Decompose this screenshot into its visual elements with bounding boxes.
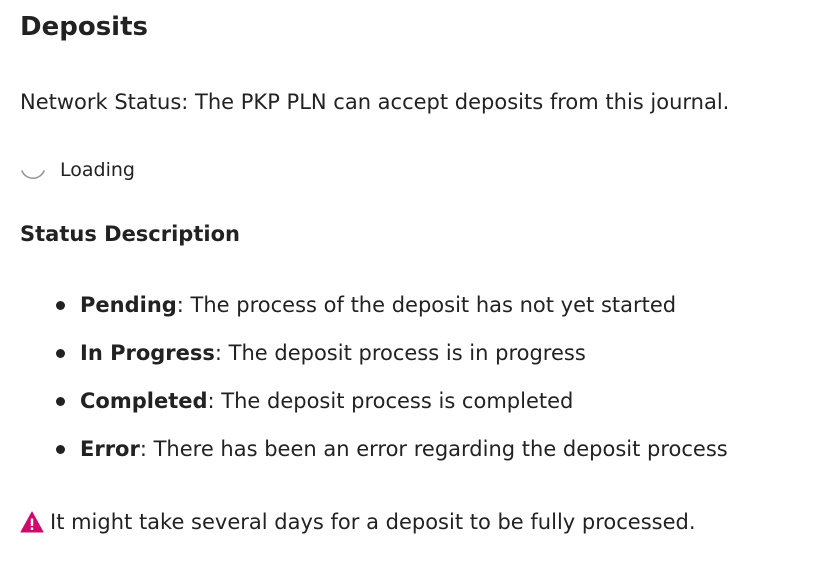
loading-indicator: Loading — [20, 155, 135, 185]
status-term: Pending — [80, 293, 177, 317]
status-term: In Progress — [80, 341, 215, 365]
status-description-list: Pending: The process of the deposit has … — [20, 290, 728, 482]
network-status-text: Network Status: The PKP PLN can accept d… — [20, 90, 730, 114]
status-description-heading: Status Description — [20, 222, 240, 246]
list-item-error: Error: There has been an error regarding… — [20, 434, 728, 482]
status-description: : The deposit process is completed — [207, 389, 574, 413]
list-item-in-progress: In Progress: The deposit process is in p… — [20, 338, 728, 386]
status-description: : The process of the deposit has not yet… — [176, 293, 677, 317]
loading-spinner-icon — [20, 162, 46, 188]
status-term: Error — [80, 437, 140, 461]
status-term: Completed — [80, 389, 208, 413]
notice-text: It might take several days for a deposit… — [50, 510, 696, 534]
bullet-icon — [56, 301, 65, 310]
page-title: Deposits — [20, 12, 148, 42]
bullet-icon — [56, 349, 65, 358]
status-description: : The deposit process is in progress — [214, 341, 586, 365]
warning-triangle-icon — [20, 510, 44, 534]
bullet-icon — [56, 445, 65, 454]
list-item-pending: Pending: The process of the deposit has … — [20, 290, 728, 338]
status-description: : There has been an error regarding the … — [139, 437, 728, 461]
list-item-completed: Completed: The deposit process is comple… — [20, 386, 728, 434]
loading-label: Loading — [60, 159, 135, 181]
processing-notice: It might take several days for a deposit… — [20, 507, 696, 537]
bullet-icon — [56, 397, 65, 406]
deposits-page: Deposits Network Status: The PKP PLN can… — [0, 0, 821, 564]
